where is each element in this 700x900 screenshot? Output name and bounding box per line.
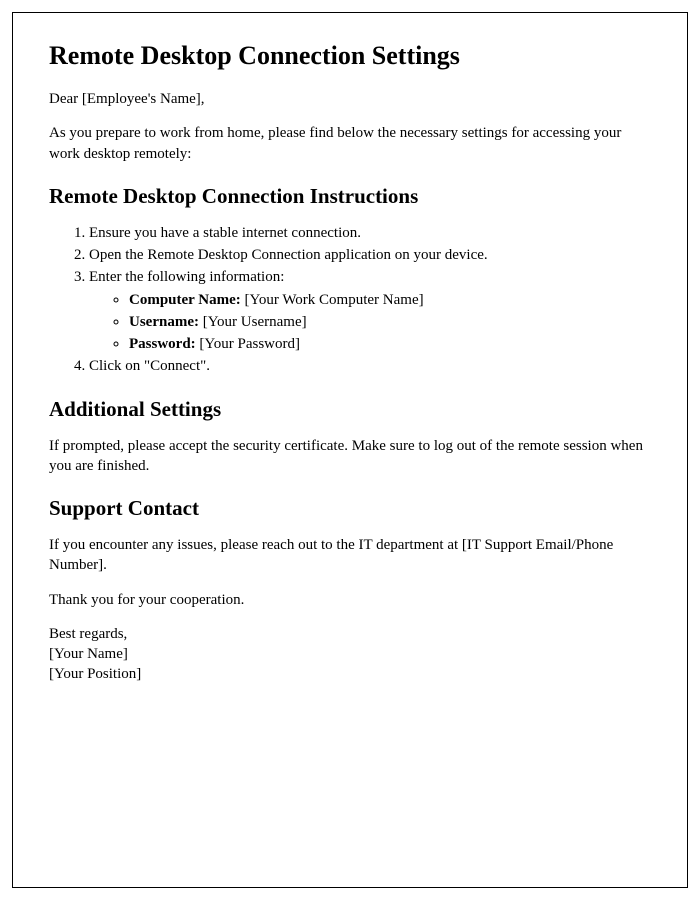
salutation: Dear [Employee's Name], <box>49 89 651 109</box>
field-computer-name: Computer Name: [Your Work Computer Name] <box>129 290 651 310</box>
page-title: Remote Desktop Connection Settings <box>49 41 651 71</box>
field-username: Username: [Your Username] <box>129 312 651 332</box>
additional-settings-text: If prompted, please accept the security … <box>49 436 651 477</box>
intro-paragraph: As you prepare to work from home, please… <box>49 123 651 164</box>
computer-name-label: Computer Name: <box>129 292 241 308</box>
instruction-step-1: Ensure you have a stable internet connec… <box>89 223 651 243</box>
signature-regards: Best regards, <box>49 624 651 644</box>
password-label: Password: <box>129 336 196 352</box>
additional-settings-heading: Additional Settings <box>49 397 651 422</box>
signature-name: [Your Name] <box>49 644 651 664</box>
instruction-step-4: Click on "Connect". <box>89 356 651 376</box>
document-page: Remote Desktop Connection Settings Dear … <box>12 12 688 888</box>
connection-fields-list: Computer Name: [Your Work Computer Name]… <box>89 290 651 355</box>
instruction-step-2: Open the Remote Desktop Connection appli… <box>89 245 651 265</box>
username-label: Username: <box>129 314 199 330</box>
password-value: [Your Password] <box>196 336 300 352</box>
support-contact-heading: Support Contact <box>49 496 651 521</box>
instruction-step-3: Enter the following information: Compute… <box>89 267 651 354</box>
instructions-list: Ensure you have a stable internet connec… <box>49 223 651 377</box>
field-password: Password: [Your Password] <box>129 334 651 354</box>
closing-thanks: Thank you for your cooperation. <box>49 590 651 610</box>
instruction-step-3-text: Enter the following information: <box>89 269 284 285</box>
signature-position: [Your Position] <box>49 664 651 684</box>
instructions-heading: Remote Desktop Connection Instructions <box>49 184 651 209</box>
computer-name-value: [Your Work Computer Name] <box>241 292 424 308</box>
support-contact-text: If you encounter any issues, please reac… <box>49 535 651 576</box>
username-value: [Your Username] <box>199 314 307 330</box>
signature-block: Best regards, [Your Name] [Your Position… <box>49 624 651 685</box>
